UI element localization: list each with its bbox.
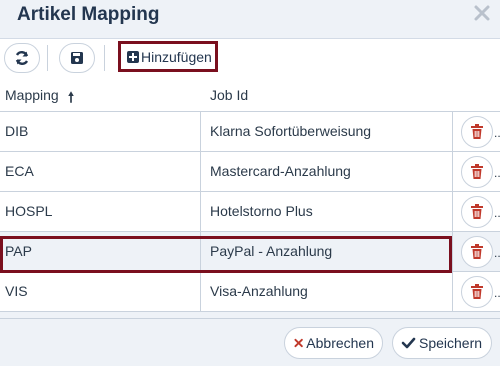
table-row[interactable]: ECA Mastercard-Anzahlung ... — [0, 152, 500, 192]
column-divider — [452, 152, 453, 191]
column-divider — [452, 192, 453, 231]
refresh-button[interactable] — [4, 43, 40, 73]
mapping-cell: PAP — [5, 243, 32, 259]
job-id-cell: Hotelstorno Plus — [210, 203, 313, 219]
delete-button[interactable] — [461, 236, 493, 268]
table-row-selected[interactable]: PAP PayPal - Anzahlung ... — [0, 232, 500, 272]
trash-icon — [471, 124, 483, 139]
more-indicator[interactable]: ... — [494, 166, 500, 180]
save-button[interactable] — [59, 43, 95, 73]
save-confirm-button-label: Speichern — [419, 335, 483, 351]
cancel-button[interactable]: Abbrechen — [284, 327, 383, 359]
job-id-cell: Klarna Sofortüberweisung — [210, 123, 372, 139]
artikel-mapping-dialog: Artikel Mapping Hinzufügen Mapping 🠕 Job… — [0, 0, 500, 366]
trash-icon — [471, 164, 483, 179]
column-divider — [200, 112, 201, 151]
mapping-cell: VIS — [5, 283, 28, 299]
toolbar: Hinzufügen — [0, 38, 500, 78]
delete-button[interactable] — [461, 276, 493, 308]
plus-square-icon — [127, 50, 139, 63]
dialog-title: Artikel Mapping — [17, 4, 160, 25]
title-bar: Artikel Mapping — [0, 0, 500, 34]
job-id-cell: Mastercard-Anzahlung — [210, 163, 351, 179]
save-confirm-button[interactable]: Speichern — [392, 327, 492, 359]
column-divider — [200, 272, 201, 311]
column-divider — [452, 112, 453, 151]
toolbar-separator — [104, 45, 105, 71]
delete-button[interactable] — [461, 116, 493, 148]
dialog-footer: Abbrechen Speichern — [0, 318, 500, 366]
job-id-cell: Visa-Anzahlung — [210, 283, 308, 299]
toolbar-separator — [47, 45, 48, 71]
column-header-mapping[interactable]: Mapping — [5, 87, 59, 103]
delete-button[interactable] — [461, 196, 493, 228]
job-id-cell: PayPal - Anzahlung — [210, 243, 333, 259]
column-header-job-id[interactable]: Job Id — [210, 87, 248, 103]
refresh-icon — [15, 51, 29, 65]
more-indicator[interactable]: ... — [494, 206, 500, 220]
more-indicator[interactable]: ... — [494, 126, 500, 140]
table-row[interactable]: HOSPL Hotelstorno Plus ... — [0, 192, 500, 232]
column-divider — [200, 152, 201, 191]
x-icon — [294, 338, 303, 348]
column-divider — [452, 272, 453, 311]
add-button-label: Hinzufügen — [141, 48, 212, 65]
delete-button[interactable] — [461, 156, 493, 188]
close-icon[interactable] — [472, 3, 492, 23]
column-divider — [200, 232, 201, 271]
more-indicator[interactable]: ... — [494, 286, 500, 300]
column-divider — [452, 232, 453, 271]
sort-ascending-icon[interactable]: 🠕 — [68, 87, 74, 111]
mapping-cell: ECA — [5, 163, 34, 179]
table-row[interactable]: DIB Klarna Sofortüberweisung ... — [0, 112, 500, 152]
mapping-cell: HOSPL — [5, 203, 53, 219]
trash-icon — [471, 244, 483, 259]
save-icon — [71, 52, 83, 64]
column-divider — [200, 192, 201, 231]
table-row[interactable]: VIS Visa-Anzahlung ... — [0, 272, 500, 312]
trash-icon — [471, 204, 483, 219]
table-header: Mapping 🠕 Job Id — [0, 77, 500, 112]
add-button[interactable]: Hinzufügen — [118, 41, 218, 72]
check-icon — [401, 337, 416, 349]
cancel-button-label: Abbrechen — [306, 335, 374, 351]
trash-icon — [471, 284, 483, 299]
mapping-cell: DIB — [5, 123, 29, 139]
more-indicator[interactable]: ... — [494, 246, 500, 260]
